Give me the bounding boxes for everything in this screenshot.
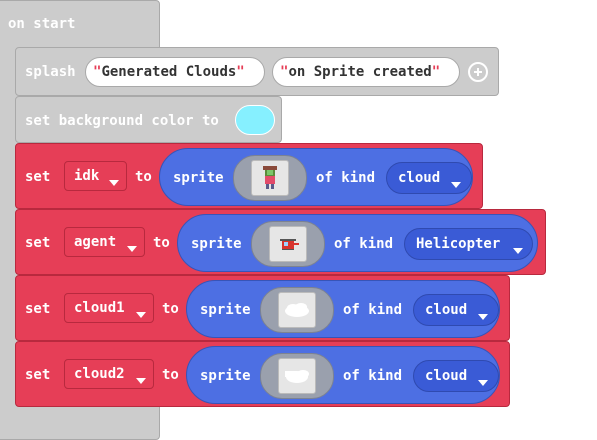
sprite-create-block[interactable]: sprite of kind cloud [159, 148, 473, 206]
cloud-sprite-icon [278, 292, 316, 328]
set-label: set [25, 235, 51, 251]
splash-text-input-2[interactable]: "on Sprite created" [272, 57, 460, 87]
helicopter-sprite-icon [269, 226, 307, 262]
kind-name: cloud [425, 368, 468, 384]
chevron-down-icon [127, 246, 137, 252]
kind-dropdown[interactable]: Helicopter [404, 228, 533, 260]
splash-text-1: Generated Clouds [101, 64, 237, 80]
set-background-color-label: set background color to [25, 113, 219, 129]
variable-name: idk [74, 168, 100, 184]
variable-name: cloud1 [74, 300, 125, 316]
sprite-create-block[interactable]: sprite of kind cloud [186, 346, 500, 404]
set-variable-block[interactable]: set cloud1 to sprite of kind cloud [15, 275, 510, 341]
splash-label: splash [25, 64, 76, 80]
variable-dropdown[interactable]: agent [64, 227, 145, 257]
color-swatch[interactable] [235, 105, 275, 135]
of-kind-label: of kind [316, 170, 376, 186]
to-label: to [135, 169, 152, 185]
chevron-down-icon [136, 312, 146, 318]
chevron-down-icon [478, 314, 488, 320]
kind-name: cloud [425, 302, 468, 318]
chevron-down-icon [478, 380, 488, 386]
variable-dropdown[interactable]: cloud1 [64, 293, 154, 323]
kind-dropdown[interactable]: cloud [413, 360, 499, 392]
splash-block[interactable]: splash "Generated Clouds" "on Sprite cre… [15, 47, 499, 96]
chevron-down-icon [513, 248, 523, 254]
set-variable-block[interactable]: set idk to sprite of kind cloud [15, 143, 483, 209]
kind-name: Helicopter [416, 236, 501, 252]
variable-dropdown[interactable]: cloud2 [64, 359, 154, 389]
kind-name: cloud [398, 170, 441, 186]
on-start-label: on start [8, 16, 76, 32]
variable-name: agent [74, 234, 117, 250]
chevron-down-icon [136, 378, 146, 384]
variable-name: cloud2 [74, 366, 125, 382]
variable-dropdown[interactable]: idk [64, 161, 127, 191]
of-kind-label: of kind [334, 236, 394, 252]
sprite-label: sprite [200, 368, 251, 384]
splash-text-input-1[interactable]: "Generated Clouds" [85, 57, 265, 87]
set-background-color-block[interactable]: set background color to [15, 96, 282, 143]
sprite-label: sprite [200, 302, 251, 318]
sprite-image-picker[interactable] [260, 353, 334, 399]
of-kind-label: of kind [343, 302, 403, 318]
sprite-image-picker[interactable] [233, 155, 307, 201]
sprite-label: sprite [173, 170, 224, 186]
set-variable-block[interactable]: set agent to sprite of kind Helicopter [15, 209, 546, 275]
to-label: to [162, 367, 179, 383]
sprite-image-picker[interactable] [251, 221, 325, 267]
kind-dropdown[interactable]: cloud [413, 294, 499, 326]
sprite-image-picker[interactable] [260, 287, 334, 333]
plus-circle-icon[interactable] [468, 62, 488, 82]
of-kind-label: of kind [343, 368, 403, 384]
sprite-label: sprite [191, 236, 242, 252]
set-label: set [25, 301, 51, 317]
to-label: to [162, 301, 179, 317]
chevron-down-icon [451, 182, 461, 188]
set-label: set [25, 367, 51, 383]
sprite-create-block[interactable]: sprite of kind cloud [186, 280, 500, 338]
splash-text-2: on Sprite created [288, 64, 432, 80]
person-sprite-icon [251, 160, 289, 196]
kind-dropdown[interactable]: cloud [386, 162, 472, 194]
chevron-down-icon [109, 180, 119, 186]
cloud-sprite-icon [278, 358, 316, 394]
set-variable-block[interactable]: set cloud2 to sprite of kind cloud [15, 341, 510, 407]
set-label: set [25, 169, 51, 185]
to-label: to [153, 235, 170, 251]
sprite-create-block[interactable]: sprite of kind Helicopter [177, 214, 538, 272]
